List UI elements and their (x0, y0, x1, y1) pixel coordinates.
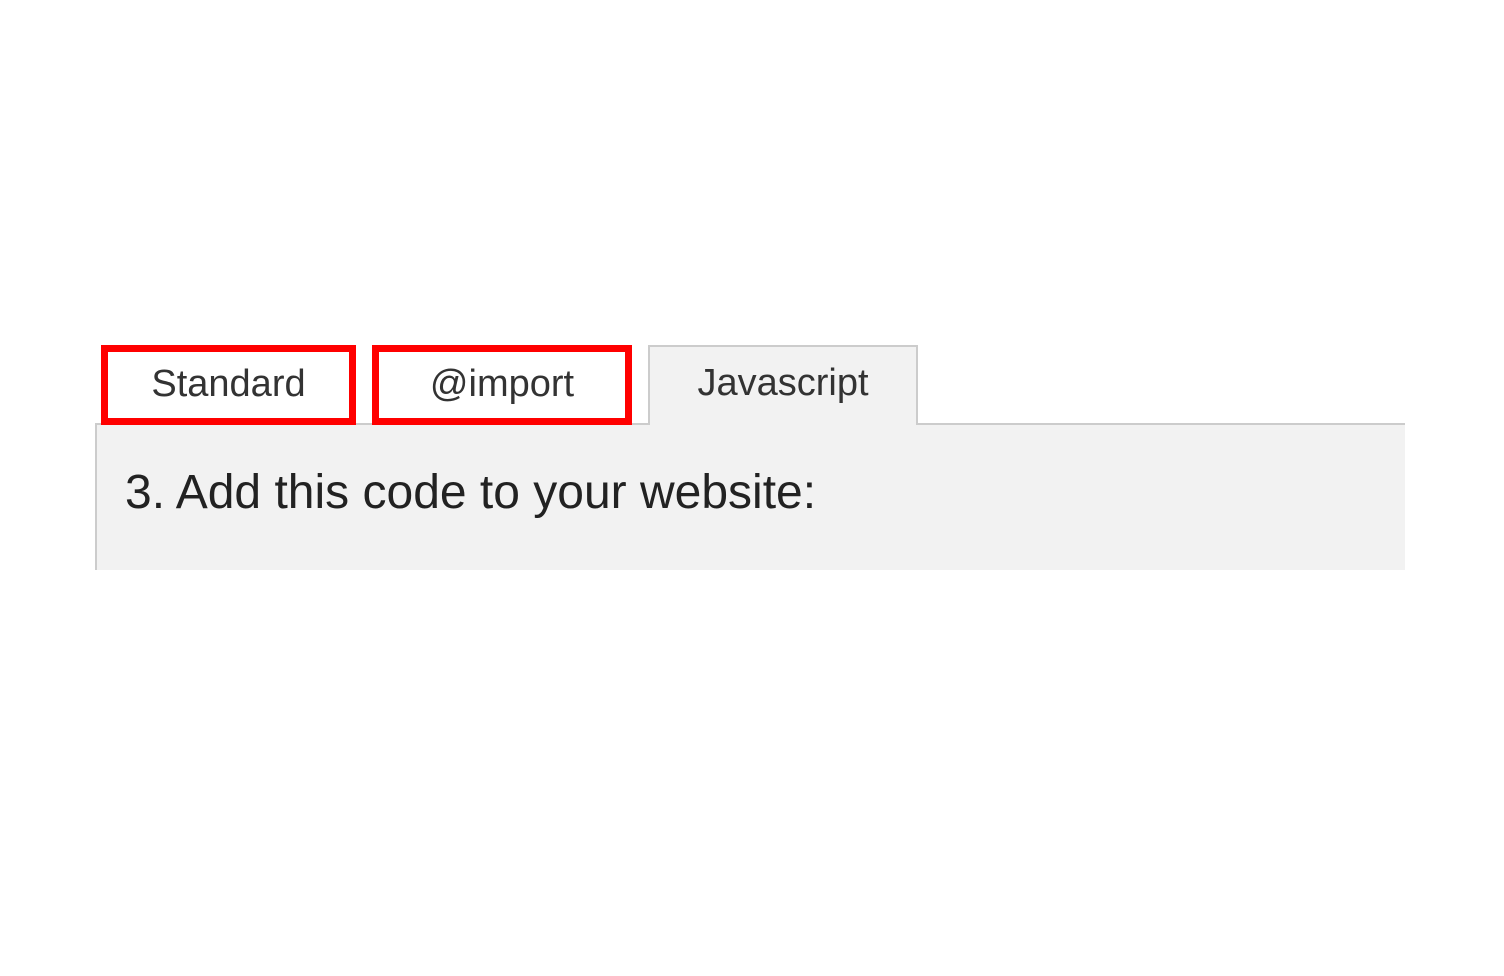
tab-standard[interactable]: Standard (101, 345, 356, 425)
tab-javascript[interactable]: Javascript (648, 345, 918, 425)
tab-import[interactable]: @import (372, 345, 632, 425)
tab-bar: Standard @import Javascript (101, 345, 1405, 425)
instruction-heading: 3. Add this code to your website: (125, 465, 1377, 520)
font-embed-section: Standard @import Javascript 3. Add this … (95, 345, 1405, 570)
tab-content-panel: 3. Add this code to your website: (95, 423, 1405, 570)
